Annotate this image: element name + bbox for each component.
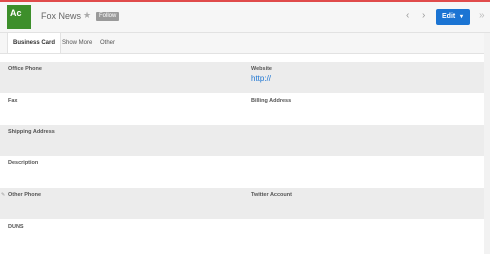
office-phone-label: Office Phone [8,66,42,72]
next-record-icon[interactable]: › [422,10,425,21]
website-label: Website [251,66,272,72]
favorite-star-icon[interactable]: ★ [83,10,91,21]
record-title: Fox News [41,11,82,21]
field-row: Shipping Address [0,125,484,156]
follow-button[interactable]: Follow [96,12,120,21]
record-header: Ac Fox News ★ Follow ‹ › Edit ▾ » [0,2,490,32]
description-label: Description [8,160,39,166]
other-phone-label: Other Phone [8,192,42,198]
pencil-icon[interactable]: ✎ [1,192,5,198]
vertical-scrollbar[interactable] [484,33,490,254]
edit-button-label: Edit [442,13,456,20]
tab-show-more[interactable]: Show More [62,33,92,53]
field-row: DUNS [0,220,484,251]
website-link[interactable]: http:// [251,74,271,83]
tab-divider [0,53,490,54]
tab-business-card[interactable]: Business Card [7,33,62,53]
field-row: Description [0,156,484,187]
tab-bar: Business Card Show More Other [0,33,490,53]
field-row: Office Phone Website http:// [0,62,484,93]
chevron-down-icon[interactable]: ▾ [460,9,463,25]
edit-button[interactable]: Edit ▾ [436,9,470,25]
expand-pane-icon[interactable]: » [479,10,485,21]
fax-label: Fax [8,98,18,104]
previous-record-icon[interactable]: ‹ [406,10,409,21]
shipping-address-label: Shipping Address [8,129,55,135]
tab-other[interactable]: Other [100,33,115,53]
twitter-account-label: Twitter Account [251,192,292,198]
duns-label: DUNS [8,224,24,230]
record-avatar: Ac [7,5,31,29]
field-row: Fax Billing Address [0,94,484,125]
billing-address-label: Billing Address [251,98,292,104]
field-row: ✎ Other Phone Twitter Account [0,188,484,219]
